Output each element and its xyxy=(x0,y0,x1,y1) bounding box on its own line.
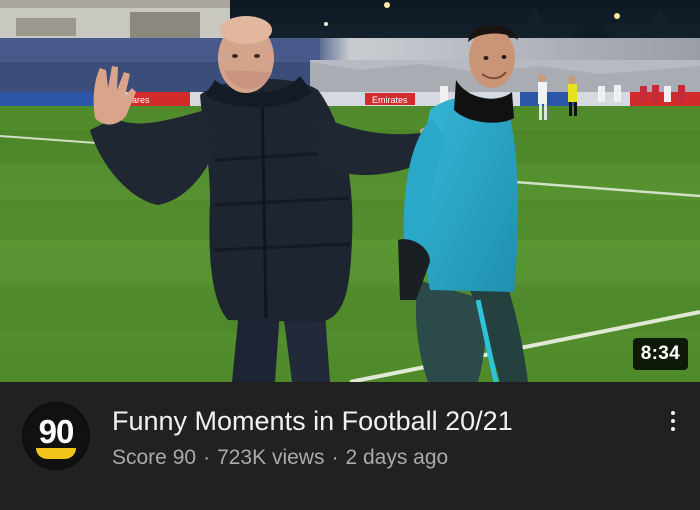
thumbnail-image: ares Emirates xyxy=(0,0,700,382)
view-count: 723K views xyxy=(217,446,325,469)
channel-name[interactable]: Score 90 xyxy=(112,446,196,469)
vertical-ellipsis-icon[interactable] xyxy=(660,404,686,438)
more-dot xyxy=(671,427,675,431)
video-title[interactable]: Funny Moments in Football 20/21 xyxy=(112,406,632,437)
more-dot xyxy=(671,411,675,415)
video-thumbnail[interactable]: ares Emirates 8:34 xyxy=(0,0,700,382)
channel-avatar-accent xyxy=(36,448,76,459)
video-info: 90 Funny Moments in Football 20/21 Score… xyxy=(0,382,700,510)
meta-separator: · xyxy=(203,446,211,469)
more-dot xyxy=(671,419,675,423)
ad-board-emirates: Emirates xyxy=(372,95,408,105)
channel-avatar[interactable]: 90 xyxy=(22,402,90,470)
video-card[interactable]: ares Emirates 8:34 90 Funny Moments in F… xyxy=(0,0,700,510)
meta-separator: · xyxy=(331,446,339,469)
duration-badge: 8:34 xyxy=(632,338,688,370)
upload-age: 2 days ago xyxy=(345,446,449,469)
video-meta: Score 90 · 723K views · 2 days ago xyxy=(112,446,448,470)
ad-board-left: ares xyxy=(132,95,150,105)
channel-avatar-text: 90 xyxy=(38,413,75,450)
